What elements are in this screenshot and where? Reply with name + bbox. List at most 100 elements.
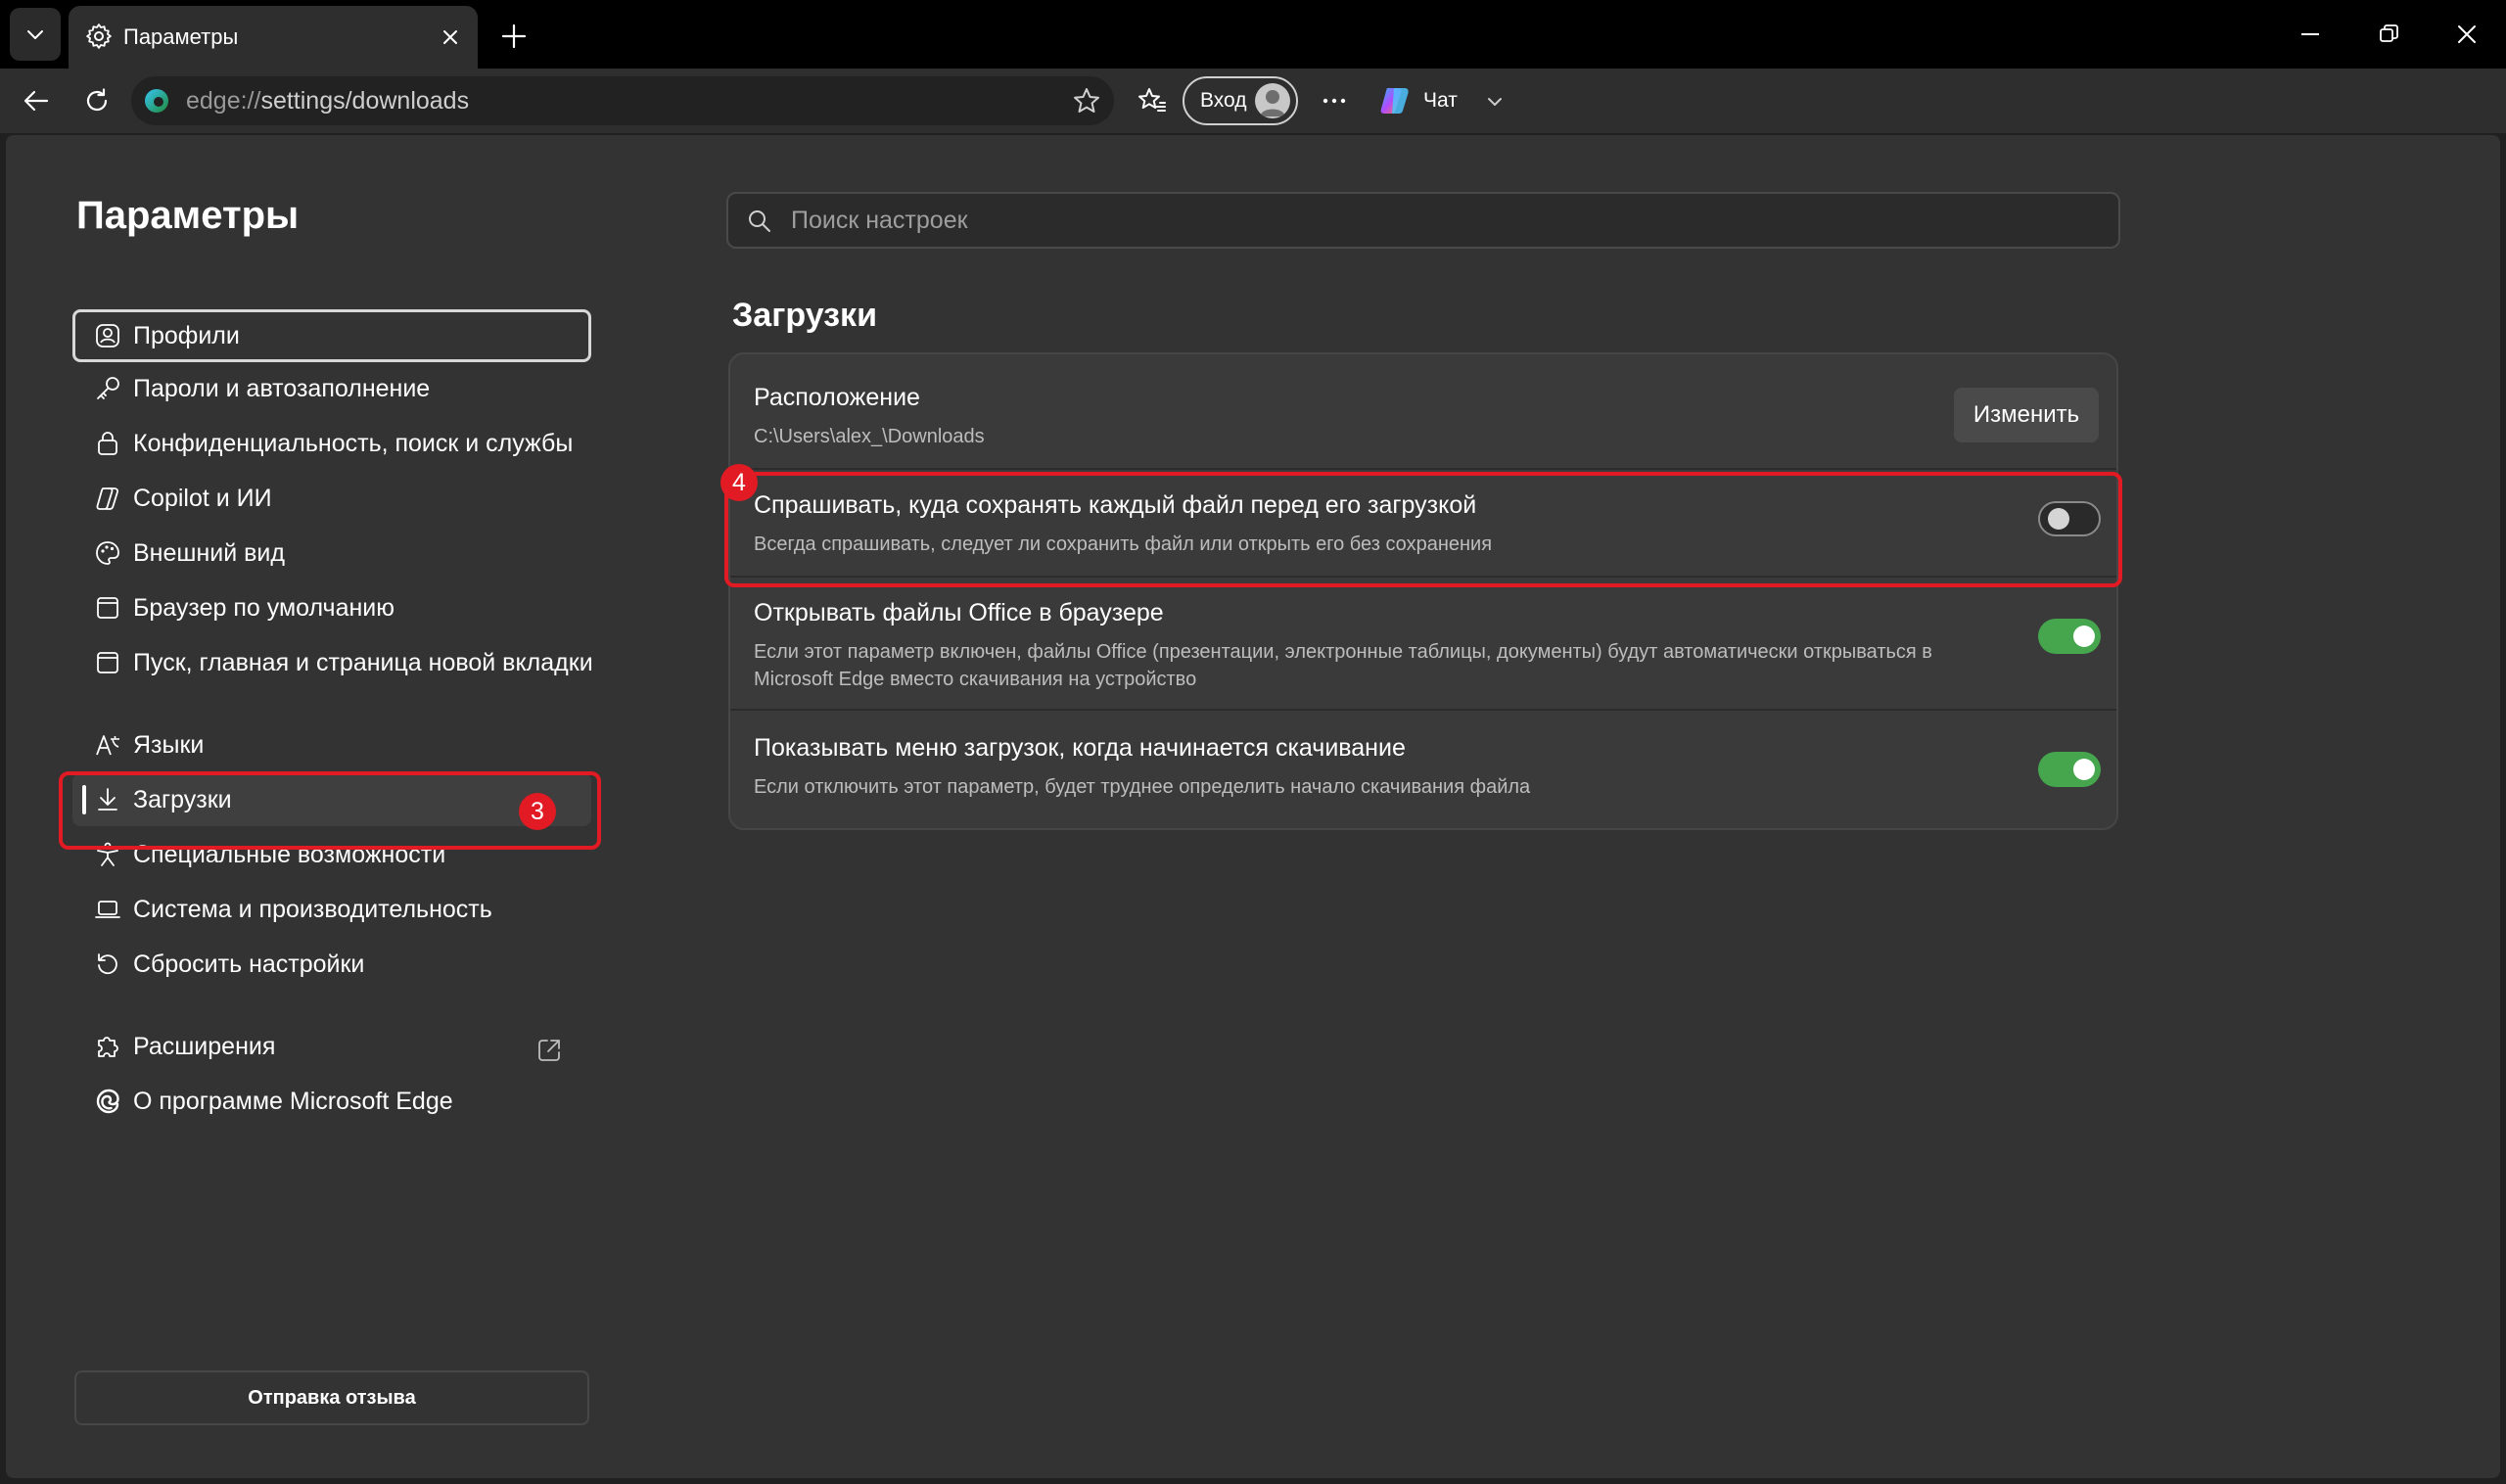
star-icon[interactable]	[1071, 85, 1102, 116]
close-icon	[2456, 23, 2478, 45]
toggle-knob	[2073, 626, 2095, 647]
location-title: Расположение	[754, 384, 920, 411]
change-location-button[interactable]: Изменить	[1954, 388, 2099, 442]
sidebar-item-label: Внешний вид	[133, 539, 285, 567]
palette-icon	[94, 539, 121, 567]
tab-title: Параметры	[123, 24, 239, 49]
external-link-icon[interactable]	[534, 1036, 564, 1065]
sidebar-item-reset[interactable]: Сбросить настройки	[72, 938, 591, 991]
address-bar[interactable]: edge://settings/downloads	[131, 76, 1114, 125]
sidebar-item-system[interactable]: Система и производительность	[72, 883, 591, 936]
edge-icon	[94, 1088, 121, 1115]
section-title: Загрузки	[732, 297, 877, 334]
ellipsis-icon	[1321, 87, 1348, 115]
settings-page: Параметры Профили Пароли и автозаполнени…	[6, 135, 2500, 1478]
copilot-chat-button[interactable]: Чат	[1369, 76, 1515, 125]
back-button[interactable]	[14, 78, 59, 123]
copilot-icon	[94, 485, 121, 512]
favorites-icon	[1137, 85, 1168, 116]
reload-icon	[83, 87, 111, 115]
annotation-badge-step-3: 3	[519, 793, 556, 830]
sidebar-item-label: Конфиденциальность, поиск и службы	[133, 430, 574, 457]
profile-icon	[94, 322, 121, 349]
restore-icon	[2378, 23, 2399, 45]
avatar	[1255, 83, 1290, 118]
new-tab-button[interactable]	[491, 14, 536, 59]
minimize-icon	[2299, 23, 2321, 45]
reset-icon	[94, 951, 121, 978]
sidebar-item-label: Сбросить настройки	[133, 951, 365, 978]
divider	[730, 709, 2116, 711]
signin-button[interactable]: Вход	[1183, 76, 1298, 125]
search-icon	[746, 208, 773, 235]
plus-icon	[500, 23, 528, 50]
browser-icon	[94, 594, 121, 622]
location-path: C:\Users\alex_\Downloads	[754, 426, 985, 447]
gear-icon	[84, 22, 114, 51]
home-icon	[94, 649, 121, 676]
office-files-title: Открывать файлы Office в браузере	[754, 599, 1164, 626]
chat-label: Чат	[1423, 89, 1458, 112]
feedback-label: Отправка отзыва	[248, 1387, 416, 1409]
sidebar-item-copilot[interactable]: Copilot и ИИ	[72, 472, 591, 525]
sidebar-item-privacy[interactable]: Конфиденциальность, поиск и службы	[72, 417, 591, 470]
close-tab-button[interactable]	[435, 22, 466, 53]
url-path: settings/downloads	[260, 87, 470, 115]
reload-button[interactable]	[74, 78, 119, 123]
show-menu-desc: Если отключить этот параметр, будет труд…	[754, 776, 1531, 798]
sidebar-item-label: Система и производительность	[133, 896, 492, 923]
show-menu-toggle[interactable]	[2038, 752, 2101, 787]
sidebar-item-label: О программе Microsoft Edge	[133, 1088, 453, 1115]
sidebar-item-appearance[interactable]: Внешний вид	[72, 527, 591, 580]
sidebar-item-label: Языки	[133, 731, 205, 759]
puzzle-icon	[94, 1033, 121, 1060]
sidebar-item-label: Профили	[133, 322, 240, 349]
sidebar-item-default-browser[interactable]: Браузер по умолчанию	[72, 581, 591, 634]
tab-actions-button[interactable]	[10, 8, 61, 61]
toggle-knob	[2073, 759, 2095, 780]
sidebar-item-label: Пуск, главная и страница новой вкладки	[133, 649, 593, 676]
favorites-button[interactable]	[1130, 78, 1175, 123]
sidebar-item-extensions[interactable]: Расширения	[72, 1020, 591, 1073]
office-files-toggle[interactable]	[2038, 619, 2101, 654]
annotation-box-step-4	[724, 472, 2122, 587]
sidebar-item-label: Браузер по умолчанию	[133, 594, 395, 622]
sidebar-item-label: Copilot и ИИ	[133, 485, 272, 512]
sidebar-item-label: Расширения	[133, 1033, 276, 1060]
search-input[interactable]: Поиск настроек	[726, 192, 2120, 249]
show-menu-title: Показывать меню загрузок, когда начинает…	[754, 734, 1406, 762]
signin-label: Вход	[1200, 89, 1247, 112]
feedback-button[interactable]: Отправка отзыва	[74, 1370, 589, 1425]
minimize-button[interactable]	[2271, 0, 2349, 69]
sidebar-item-languages[interactable]: Языки	[72, 719, 591, 771]
lock-icon	[94, 430, 121, 457]
language-icon	[94, 731, 121, 759]
chevron-down-icon	[1484, 91, 1506, 113]
search-placeholder: Поиск настроек	[791, 207, 968, 234]
page-title: Параметры	[76, 194, 300, 237]
sidebar-item-start-home[interactable]: Пуск, главная и страница новой вкладки	[72, 636, 593, 689]
change-label: Изменить	[1972, 401, 2080, 428]
close-window-button[interactable]	[2428, 0, 2506, 69]
sidebar-item-profiles[interactable]: Профили	[72, 309, 591, 362]
downloads-settings-card: Расположение C:\Users\alex_\Downloads Из…	[728, 352, 2118, 830]
chevron-down-icon	[23, 23, 47, 46]
divider	[730, 468, 2116, 470]
tab-settings[interactable]: Параметры	[69, 6, 478, 69]
back-arrow-icon	[22, 86, 51, 116]
sidebar-item-label: Пароли и автозаполнение	[133, 375, 431, 402]
url-scheme: edge://	[186, 87, 261, 115]
url-text: edge://settings/downloads	[186, 76, 469, 125]
laptop-icon	[94, 896, 121, 923]
sidebar-item-about[interactable]: О программе Microsoft Edge	[72, 1075, 591, 1128]
sidebar-item-passwords[interactable]: Пароли и автозаполнение	[72, 362, 591, 415]
edge-logo-icon	[143, 87, 170, 115]
more-options-button[interactable]	[1312, 78, 1357, 123]
office-files-desc: Если этот параметр включен, файлы Office…	[754, 641, 1932, 690]
browser-toolbar: edge://settings/downloads Вход Чат	[0, 69, 2506, 133]
restore-button[interactable]	[2349, 0, 2428, 69]
key-icon	[94, 375, 121, 402]
annotation-badge-step-4: 4	[720, 464, 758, 501]
copilot-icon	[1378, 84, 1412, 117]
title-bar: Параметры	[0, 0, 2506, 69]
